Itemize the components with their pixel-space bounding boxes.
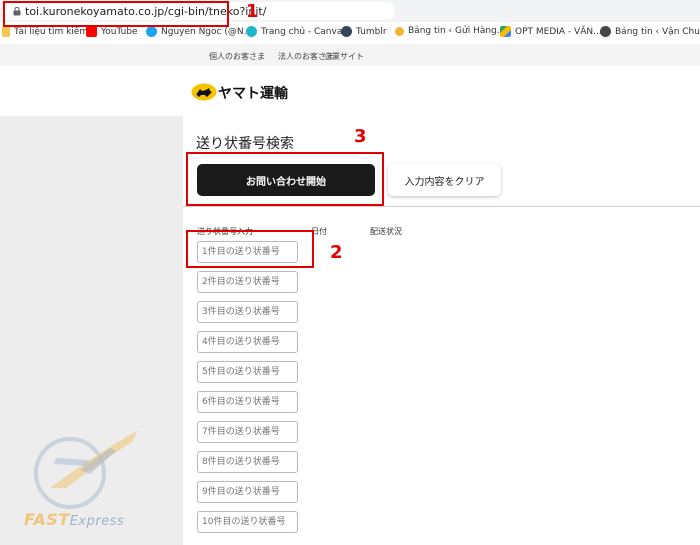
sun-icon	[395, 26, 404, 36]
page-title: 送り状番号検索	[196, 136, 294, 152]
annotation-box-first-input	[186, 230, 314, 268]
bookmark-item[interactable]: Nguyen Ngoc (@N...	[146, 26, 252, 37]
site-header: ヤマト運輸	[0, 66, 700, 116]
bookmark-item[interactable]: OPT MEDIA - VĂN...	[500, 26, 602, 37]
yamato-cat-logo-icon[interactable]	[191, 83, 217, 101]
tracking-number-input-8[interactable]	[197, 451, 298, 473]
annotation-number-3: 3	[354, 126, 367, 147]
bookmark-item[interactable]: Bảng tin ‹ Gửi Hàng...	[395, 26, 505, 36]
folder-icon	[2, 26, 10, 37]
tracking-number-input-6[interactable]	[197, 391, 298, 413]
annotation-box-url	[3, 1, 229, 27]
logo-text[interactable]: ヤマト運輸	[218, 83, 288, 103]
site-top-nav: 個人のお客さま 法人のお客さま 企業サイト	[0, 44, 700, 66]
twitter-icon	[146, 26, 157, 37]
nav-company[interactable]: 企業サイト	[324, 51, 364, 62]
bookmark-item[interactable]: Tumblr	[341, 26, 387, 37]
tracking-number-input-3[interactable]	[197, 301, 298, 323]
bookmark-item[interactable]: Trang chủ - Canva	[246, 26, 342, 37]
tracking-number-input-10[interactable]	[197, 511, 298, 533]
bookmark-item[interactable]: Tài liệu tìm kiếm	[2, 26, 88, 37]
column-header-status: 配送状況	[370, 227, 402, 236]
tracking-number-input-2[interactable]	[197, 271, 298, 293]
wordpress-icon	[600, 26, 611, 37]
bookmark-item[interactable]: YouTube	[86, 26, 138, 37]
watermark-text: FASTExpress	[24, 510, 125, 529]
tracking-number-input-5[interactable]	[197, 361, 298, 383]
bookmark-item[interactable]: Bảng tin ‹ Vận Chuy...	[600, 26, 700, 37]
youtube-icon	[86, 26, 97, 37]
tracking-number-input-9[interactable]	[197, 481, 298, 503]
annotation-box-start-button	[186, 152, 384, 206]
tumblr-icon	[341, 26, 352, 37]
tracking-number-input-4[interactable]	[197, 331, 298, 353]
nav-personal[interactable]: 個人のお客さま	[209, 51, 265, 62]
annotation-number-1: 1	[246, 1, 259, 22]
canva-icon	[246, 26, 257, 37]
annotation-number-2: 2	[330, 242, 343, 263]
divider	[183, 206, 700, 207]
drive-icon	[500, 26, 511, 37]
tracking-number-input-7[interactable]	[197, 421, 298, 443]
clear-input-button[interactable]: 入力内容をクリア	[388, 164, 501, 196]
